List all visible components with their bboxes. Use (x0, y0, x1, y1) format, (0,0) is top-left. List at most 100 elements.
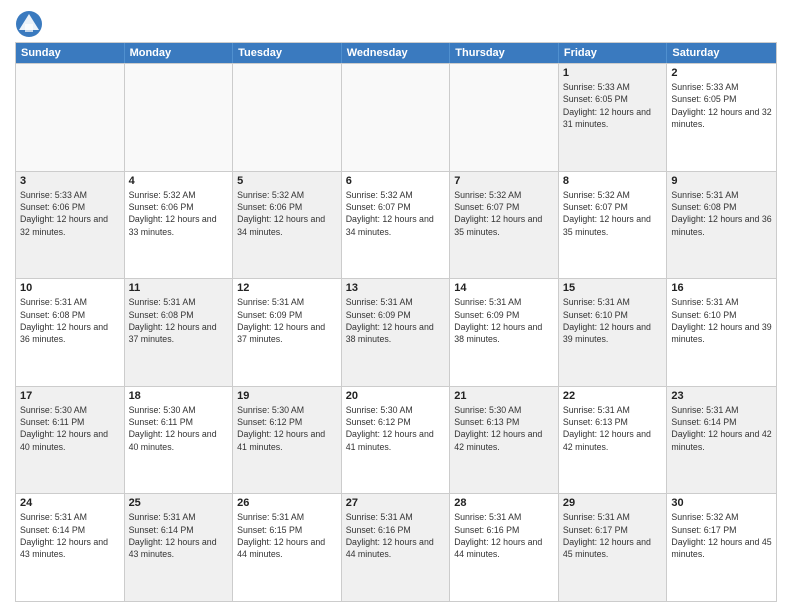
weekday-header: Friday (559, 43, 668, 63)
day-info: Sunrise: 5:31 AM Sunset: 6:09 PM Dayligh… (346, 297, 434, 344)
header (15, 10, 777, 38)
calendar-cell: 10 Sunrise: 5:31 AM Sunset: 6:08 PM Dayli… (16, 279, 125, 386)
day-number: 10 (20, 282, 120, 294)
day-number: 7 (454, 175, 554, 187)
day-info: Sunrise: 5:31 AM Sunset: 6:16 PM Dayligh… (346, 512, 434, 559)
calendar-week: 17 Sunrise: 5:30 AM Sunset: 6:11 PM Dayli… (16, 386, 776, 494)
calendar-week: 3 Sunrise: 5:33 AM Sunset: 6:06 PM Daylig… (16, 171, 776, 279)
calendar-cell (342, 64, 451, 171)
calendar-cell: 29 Sunrise: 5:31 AM Sunset: 6:17 PM Dayli… (559, 494, 668, 601)
calendar-cell: 25 Sunrise: 5:31 AM Sunset: 6:14 PM Dayli… (125, 494, 234, 601)
day-number: 22 (563, 390, 663, 402)
day-info: Sunrise: 5:30 AM Sunset: 6:13 PM Dayligh… (454, 405, 542, 452)
calendar-cell: 22 Sunrise: 5:31 AM Sunset: 6:13 PM Dayli… (559, 387, 668, 494)
calendar-cell: 19 Sunrise: 5:30 AM Sunset: 6:12 PM Dayli… (233, 387, 342, 494)
weekday-header: Thursday (450, 43, 559, 63)
calendar-cell: 7 Sunrise: 5:32 AM Sunset: 6:07 PM Daylig… (450, 172, 559, 279)
day-info: Sunrise: 5:30 AM Sunset: 6:11 PM Dayligh… (20, 405, 108, 452)
calendar-cell: 16Sunrise: 5:31 AM Sunset: 6:10 PM Dayli… (667, 279, 776, 386)
day-info: Sunrise: 5:32 AM Sunset: 6:07 PM Dayligh… (346, 190, 434, 237)
calendar-cell (233, 64, 342, 171)
day-info: Sunrise: 5:33 AM Sunset: 6:06 PM Dayligh… (20, 190, 108, 237)
day-number: 23 (671, 390, 772, 402)
day-info: Sunrise: 5:33 AM Sunset: 6:05 PM Dayligh… (671, 82, 771, 129)
day-info: Sunrise: 5:31 AM Sunset: 6:08 PM Dayligh… (129, 297, 217, 344)
calendar-cell: 24 Sunrise: 5:31 AM Sunset: 6:14 PM Dayli… (16, 494, 125, 601)
calendar-cell: 3 Sunrise: 5:33 AM Sunset: 6:06 PM Daylig… (16, 172, 125, 279)
calendar-cell: 20Sunrise: 5:30 AM Sunset: 6:12 PM Dayli… (342, 387, 451, 494)
day-info: Sunrise: 5:32 AM Sunset: 6:07 PM Dayligh… (563, 190, 651, 237)
day-number: 30 (671, 497, 772, 509)
calendar-week: 24 Sunrise: 5:31 AM Sunset: 6:14 PM Dayli… (16, 493, 776, 601)
calendar-cell: 30 Sunrise: 5:32 AM Sunset: 6:17 PM Dayli… (667, 494, 776, 601)
calendar-cell: 5Sunrise: 5:32 AM Sunset: 6:06 PM Daylig… (233, 172, 342, 279)
calendar-cell: 9Sunrise: 5:31 AM Sunset: 6:08 PM Daylig… (667, 172, 776, 279)
day-number: 25 (129, 497, 229, 509)
day-number: 29 (563, 497, 663, 509)
day-info: Sunrise: 5:31 AM Sunset: 6:09 PM Dayligh… (454, 297, 542, 344)
day-info: Sunrise: 5:31 AM Sunset: 6:14 PM Dayligh… (129, 512, 217, 559)
day-number: 17 (20, 390, 120, 402)
calendar-cell: 13 Sunrise: 5:31 AM Sunset: 6:09 PM Dayli… (342, 279, 451, 386)
logo-icon (15, 10, 43, 38)
calendar-cell: 2Sunrise: 5:33 AM Sunset: 6:05 PM Daylig… (667, 64, 776, 171)
weekday-header: Tuesday (233, 43, 342, 63)
calendar-week: 1 Sunrise: 5:33 AM Sunset: 6:05 PM Daylig… (16, 63, 776, 171)
day-number: 15 (563, 282, 663, 294)
day-number: 6 (346, 175, 446, 187)
calendar-cell: 23 Sunrise: 5:31 AM Sunset: 6:14 PM Dayli… (667, 387, 776, 494)
day-number: 16 (671, 282, 772, 294)
day-number: 13 (346, 282, 446, 294)
day-number: 3 (20, 175, 120, 187)
calendar-cell: 12Sunrise: 5:31 AM Sunset: 6:09 PM Dayli… (233, 279, 342, 386)
day-number: 28 (454, 497, 554, 509)
weekday-header: Saturday (667, 43, 776, 63)
weekday-header: Sunday (16, 43, 125, 63)
calendar-cell: 8 Sunrise: 5:32 AM Sunset: 6:07 PM Daylig… (559, 172, 668, 279)
day-number: 19 (237, 390, 337, 402)
day-number: 5 (237, 175, 337, 187)
day-info: Sunrise: 5:31 AM Sunset: 6:10 PM Dayligh… (563, 297, 651, 344)
calendar: SundayMondayTuesdayWednesdayThursdayFrid… (15, 42, 777, 602)
day-number: 9 (671, 175, 772, 187)
weekday-header: Monday (125, 43, 234, 63)
day-info: Sunrise: 5:33 AM Sunset: 6:05 PM Dayligh… (563, 82, 651, 129)
calendar-cell: 18Sunrise: 5:30 AM Sunset: 6:11 PM Dayli… (125, 387, 234, 494)
calendar-cell (16, 64, 125, 171)
calendar-week: 10 Sunrise: 5:31 AM Sunset: 6:08 PM Dayli… (16, 278, 776, 386)
day-number: 27 (346, 497, 446, 509)
day-info: Sunrise: 5:32 AM Sunset: 6:17 PM Dayligh… (671, 512, 771, 559)
day-info: Sunrise: 5:31 AM Sunset: 6:17 PM Dayligh… (563, 512, 651, 559)
day-number: 26 (237, 497, 337, 509)
day-info: Sunrise: 5:31 AM Sunset: 6:15 PM Dayligh… (237, 512, 325, 559)
day-info: Sunrise: 5:31 AM Sunset: 6:13 PM Dayligh… (563, 405, 651, 452)
calendar-header: SundayMondayTuesdayWednesdayThursdayFrid… (16, 43, 776, 63)
weekday-header: Wednesday (342, 43, 451, 63)
day-info: Sunrise: 5:31 AM Sunset: 6:14 PM Dayligh… (20, 512, 108, 559)
calendar-cell: 26 Sunrise: 5:31 AM Sunset: 6:15 PM Dayli… (233, 494, 342, 601)
page: SundayMondayTuesdayWednesdayThursdayFrid… (0, 0, 792, 612)
day-info: Sunrise: 5:31 AM Sunset: 6:14 PM Dayligh… (671, 405, 771, 452)
calendar-cell (450, 64, 559, 171)
day-info: Sunrise: 5:31 AM Sunset: 6:08 PM Dayligh… (20, 297, 108, 344)
calendar-body: 1 Sunrise: 5:33 AM Sunset: 6:05 PM Daylig… (16, 63, 776, 601)
day-number: 1 (563, 67, 663, 79)
calendar-cell: 15 Sunrise: 5:31 AM Sunset: 6:10 PM Dayli… (559, 279, 668, 386)
calendar-cell: 27 Sunrise: 5:31 AM Sunset: 6:16 PM Dayli… (342, 494, 451, 601)
day-number: 14 (454, 282, 554, 294)
calendar-cell: 17 Sunrise: 5:30 AM Sunset: 6:11 PM Dayli… (16, 387, 125, 494)
calendar-cell (125, 64, 234, 171)
calendar-cell: 11 Sunrise: 5:31 AM Sunset: 6:08 PM Dayli… (125, 279, 234, 386)
day-info: Sunrise: 5:31 AM Sunset: 6:16 PM Dayligh… (454, 512, 542, 559)
day-info: Sunrise: 5:30 AM Sunset: 6:12 PM Dayligh… (237, 405, 325, 452)
day-number: 24 (20, 497, 120, 509)
day-info: Sunrise: 5:32 AM Sunset: 6:07 PM Dayligh… (454, 190, 542, 237)
day-number: 21 (454, 390, 554, 402)
day-number: 11 (129, 282, 229, 294)
logo (15, 10, 47, 38)
calendar-cell: 21 Sunrise: 5:30 AM Sunset: 6:13 PM Dayli… (450, 387, 559, 494)
day-number: 12 (237, 282, 337, 294)
calendar-cell: 4Sunrise: 5:32 AM Sunset: 6:06 PM Daylig… (125, 172, 234, 279)
day-number: 8 (563, 175, 663, 187)
calendar-cell: 6 Sunrise: 5:32 AM Sunset: 6:07 PM Daylig… (342, 172, 451, 279)
